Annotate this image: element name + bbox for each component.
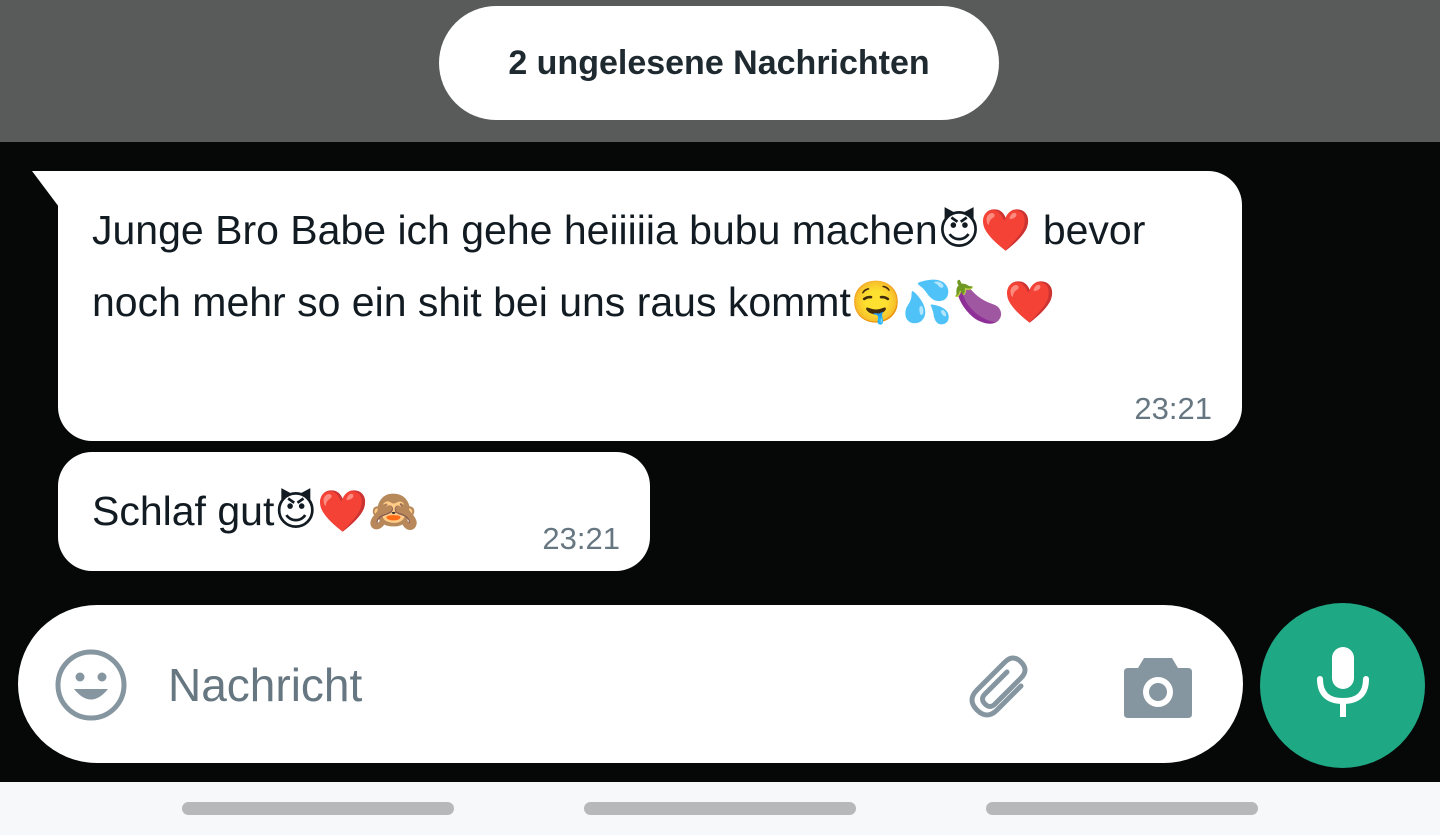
camera-icon[interactable]: [1120, 650, 1196, 722]
nav-handle-right[interactable]: [986, 802, 1258, 815]
message-text: Junge Bro Babe ich gehe heiiiiia bubu ma…: [92, 207, 1146, 325]
chat-screen: 2 ungelesene Nachrichten Junge Bro Babe …: [0, 0, 1440, 835]
unread-messages-badge: 2 ungelesene Nachrichten: [439, 6, 999, 120]
message-timestamp: 23:21: [1134, 391, 1212, 426]
smiley-icon[interactable]: [54, 648, 128, 722]
message-text: Schlaf gut😈❤️🙈: [92, 488, 420, 534]
message-timestamp: 23:21: [542, 521, 620, 556]
nav-handle-center[interactable]: [584, 802, 856, 815]
incoming-message[interactable]: Junge Bro Babe ich gehe heiiiiia bubu ma…: [32, 171, 1242, 441]
message-input[interactable]: [168, 645, 928, 725]
microphone-icon: [1308, 643, 1378, 728]
system-navigation-bar: [0, 782, 1440, 835]
paperclip-icon[interactable]: [963, 650, 1043, 726]
message-composer: [18, 605, 1243, 763]
bubble-tail: [32, 171, 62, 211]
incoming-message[interactable]: Schlaf gut😈❤️🙈 23:21: [58, 452, 650, 571]
unread-messages-label: 2 ungelesene Nachrichten: [508, 43, 930, 82]
unread-banner-strip: 2 ungelesene Nachrichten: [0, 0, 1440, 142]
nav-handle-left[interactable]: [182, 802, 454, 815]
voice-message-button[interactable]: [1260, 603, 1425, 768]
